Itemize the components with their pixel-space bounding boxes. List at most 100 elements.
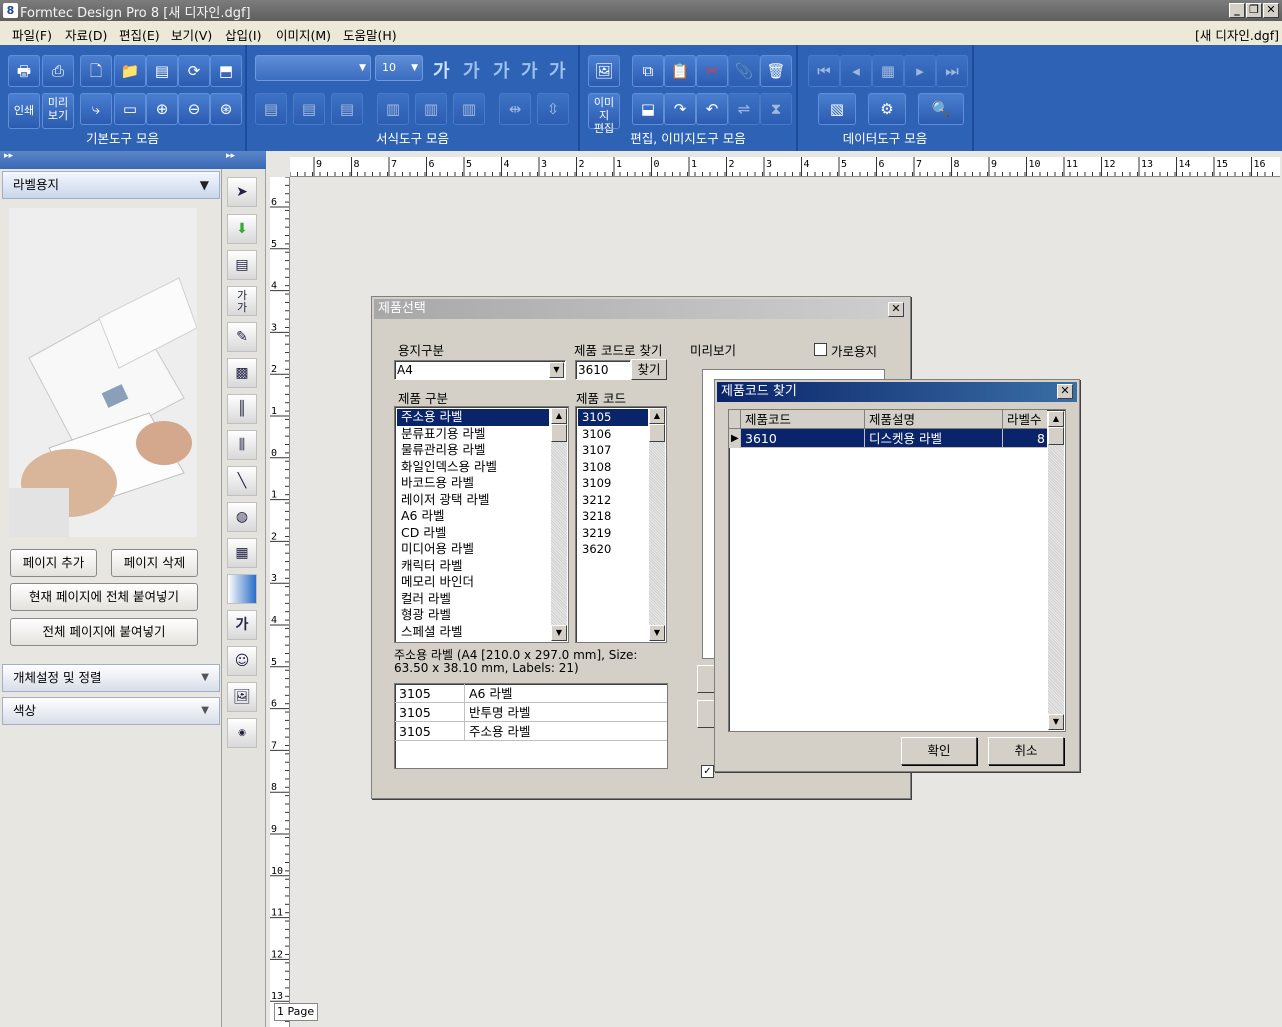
shape-icon[interactable]: ◍ — [227, 502, 257, 532]
barcode-icon[interactable]: ║ — [227, 394, 257, 424]
data-next-icon[interactable]: ▸ — [904, 55, 936, 87]
category-list-item[interactable]: 컬러 라벨 — [397, 591, 549, 608]
delete-icon[interactable]: 🗑 — [760, 55, 792, 87]
align-left-icon[interactable]: ▤ — [255, 93, 287, 125]
option-checkbox[interactable]: ✓ — [701, 765, 714, 778]
bring-front-icon[interactable]: ⬓ — [632, 93, 664, 125]
product-code-item[interactable]: 3108 — [578, 459, 648, 476]
column-header[interactable]: 제품코드 — [741, 410, 865, 429]
column-header[interactable]: 라벨수 — [1003, 410, 1049, 429]
cancel-button[interactable]: 취소 — [988, 737, 1064, 765]
category-list-item[interactable]: 형광 라벨 — [397, 607, 549, 624]
category-list[interactable]: 주소용 라벨 분류표기용 라벨 물류관리용 라벨 화일인덱스용 라벨 바코드용 라벨 레이… — [394, 406, 569, 643]
mirror-icon[interactable]: ⧗ — [760, 93, 792, 125]
page-tab[interactable]: 1 Page — [274, 1003, 318, 1021]
open-folder-icon[interactable]: 📁 — [114, 55, 146, 87]
scroll-down-icon[interactable]: ▼ — [1048, 714, 1064, 730]
paste-all-pages-button[interactable]: 전체 페이지에 붙여넣기 — [10, 618, 198, 646]
minimize-button[interactable]: _ — [1229, 3, 1245, 18]
select-arrow-icon[interactable]: ➤ — [227, 177, 257, 207]
copy-icon[interactable]: ⧉ — [632, 55, 664, 87]
product-code-item[interactable]: 3620 — [578, 541, 648, 558]
zoom-out-icon[interactable]: ⊖ — [178, 93, 210, 125]
scroll-down-icon[interactable]: ▼ — [551, 625, 567, 641]
refresh-icon[interactable]: ⟳ — [178, 55, 210, 87]
code-search-input[interactable]: 3610 — [575, 360, 631, 380]
table-row[interactable]: 3105 주소용 라벨 — [395, 722, 667, 741]
align-right-icon[interactable]: ▤ — [331, 93, 363, 125]
product-code-item[interactable]: 3106 — [578, 426, 648, 443]
font-size-combo[interactable]: 10 ▼ — [375, 55, 423, 81]
add-page-button[interactable]: 페이지 추가 — [10, 549, 97, 577]
menu-file[interactable]: 파일(F) — [12, 25, 52, 44]
scroll-thumb[interactable] — [649, 424, 665, 442]
align-middle-icon[interactable]: ▥ — [415, 93, 447, 125]
image-icon[interactable]: 🖼 — [588, 55, 620, 87]
line-icon[interactable]: ╲ — [227, 466, 257, 496]
category-list-item[interactable]: 메모리 바인더 — [397, 574, 549, 591]
close-icon[interactable]: ✕ — [888, 302, 904, 317]
data-import-icon[interactable]: ▧ — [818, 93, 856, 125]
underline-button[interactable]: 가 — [549, 57, 566, 83]
bold-button[interactable]: 가 — [433, 57, 450, 83]
dropdown-arrow-icon[interactable]: ▼ — [549, 362, 564, 378]
column-header[interactable]: 제품설명 — [865, 410, 1003, 429]
word-art-icon[interactable]: 가 — [227, 610, 257, 640]
preview-button[interactable]: 미리 보기 — [42, 93, 74, 129]
shadow-button[interactable]: 가 — [521, 57, 538, 83]
menu-edit[interactable]: 편집(E) — [119, 25, 160, 44]
print-preview-icon[interactable]: ⎙ — [42, 55, 74, 87]
print-button[interactable]: 인쇄 — [8, 93, 40, 129]
strip-collapse-icon[interactable]: ▸▸ — [222, 151, 266, 169]
close-button[interactable]: ✕ — [1263, 3, 1279, 18]
rotate-right-icon[interactable]: ↷ — [664, 93, 696, 125]
scroll-down-icon[interactable]: ▼ — [649, 625, 665, 641]
text-box-icon[interactable]: ▤ — [227, 250, 257, 280]
scrollbar[interactable]: ▲ ▼ — [551, 408, 567, 641]
category-list-item[interactable]: 레이저 광택 라벨 — [397, 492, 549, 509]
object-settings-header[interactable]: 개체설정 및 정렬 ▼ — [2, 664, 220, 692]
align-bottom-icon[interactable]: ▥ — [453, 93, 485, 125]
recent-products-grid[interactable]: 3105 A6 라벨 3105 반투명 라벨 3105 주소용 라벨 — [394, 683, 668, 769]
scroll-up-icon[interactable]: ▲ — [551, 408, 567, 424]
import-icon[interactable]: ⬒ — [210, 55, 242, 87]
cut-icon[interactable]: ✂ — [696, 55, 728, 87]
clipart-icon[interactable]: ☺ — [227, 646, 257, 676]
picture-icon[interactable]: 🖼 — [227, 682, 257, 712]
table-row[interactable]: 3105 반투명 라벨 — [395, 703, 667, 722]
insert-object-icon[interactable]: ⬇ — [227, 214, 257, 244]
data-search-icon[interactable]: 🔍 — [918, 93, 964, 125]
category-list-item[interactable]: CD 라벨 — [397, 525, 549, 542]
product-code-item[interactable]: 3105 — [578, 409, 648, 426]
data-settings-icon[interactable]: ⚙ — [868, 93, 906, 125]
delete-page-button[interactable]: 페이지 삭제 — [111, 549, 198, 577]
restore-button[interactable]: ❐ — [1246, 3, 1262, 18]
italic-button[interactable]: 가 — [463, 57, 480, 83]
category-list-item[interactable]: 화일인덱스용 라벨 — [397, 459, 549, 476]
category-list-item[interactable]: 캐릭터 라벨 — [397, 558, 549, 575]
table-row[interactable]: ▶ 3610 디스켓용 라벨 8 — [729, 429, 1047, 448]
panel-collapse-icon[interactable]: ▸▸ — [0, 151, 222, 169]
table-icon[interactable]: ▦ — [227, 538, 257, 568]
category-list-item[interactable]: 바코드용 라벨 — [397, 475, 549, 492]
product-code-item[interactable]: 3212 — [578, 492, 648, 509]
product-code-item[interactable]: 3218 — [578, 508, 648, 525]
landscape-checkbox[interactable] — [814, 343, 827, 356]
color-section-header[interactable]: 색상 ▼ — [2, 697, 220, 725]
text-style-icon[interactable]: 가가 — [227, 286, 257, 316]
paste-icon[interactable]: 📋 — [664, 55, 696, 87]
gradient-icon[interactable] — [227, 574, 257, 604]
category-list-item[interactable]: 물류관리용 라벨 — [397, 442, 549, 459]
paper-type-select[interactable]: A4 ▼ — [394, 360, 566, 380]
product-code-item[interactable]: 3109 — [578, 475, 648, 492]
menu-insert[interactable]: 삽입(I) — [225, 25, 261, 44]
clipboard-icon[interactable]: 📎 — [728, 55, 760, 87]
menu-image[interactable]: 이미지(M) — [276, 25, 331, 44]
blank-page-icon[interactable]: ▭ — [114, 93, 146, 125]
image-edit-button[interactable]: 이미지 편집 — [588, 93, 620, 135]
menu-view[interactable]: 보기(V) — [171, 25, 212, 44]
spacing-horizontal-icon[interactable]: ⇹ — [499, 93, 531, 125]
paper-section-header[interactable]: 라벨용지 ▼ — [2, 171, 220, 199]
data-last-icon[interactable]: ⏭ — [936, 55, 968, 87]
category-list-item[interactable]: 미디어용 라벨 — [397, 541, 549, 558]
